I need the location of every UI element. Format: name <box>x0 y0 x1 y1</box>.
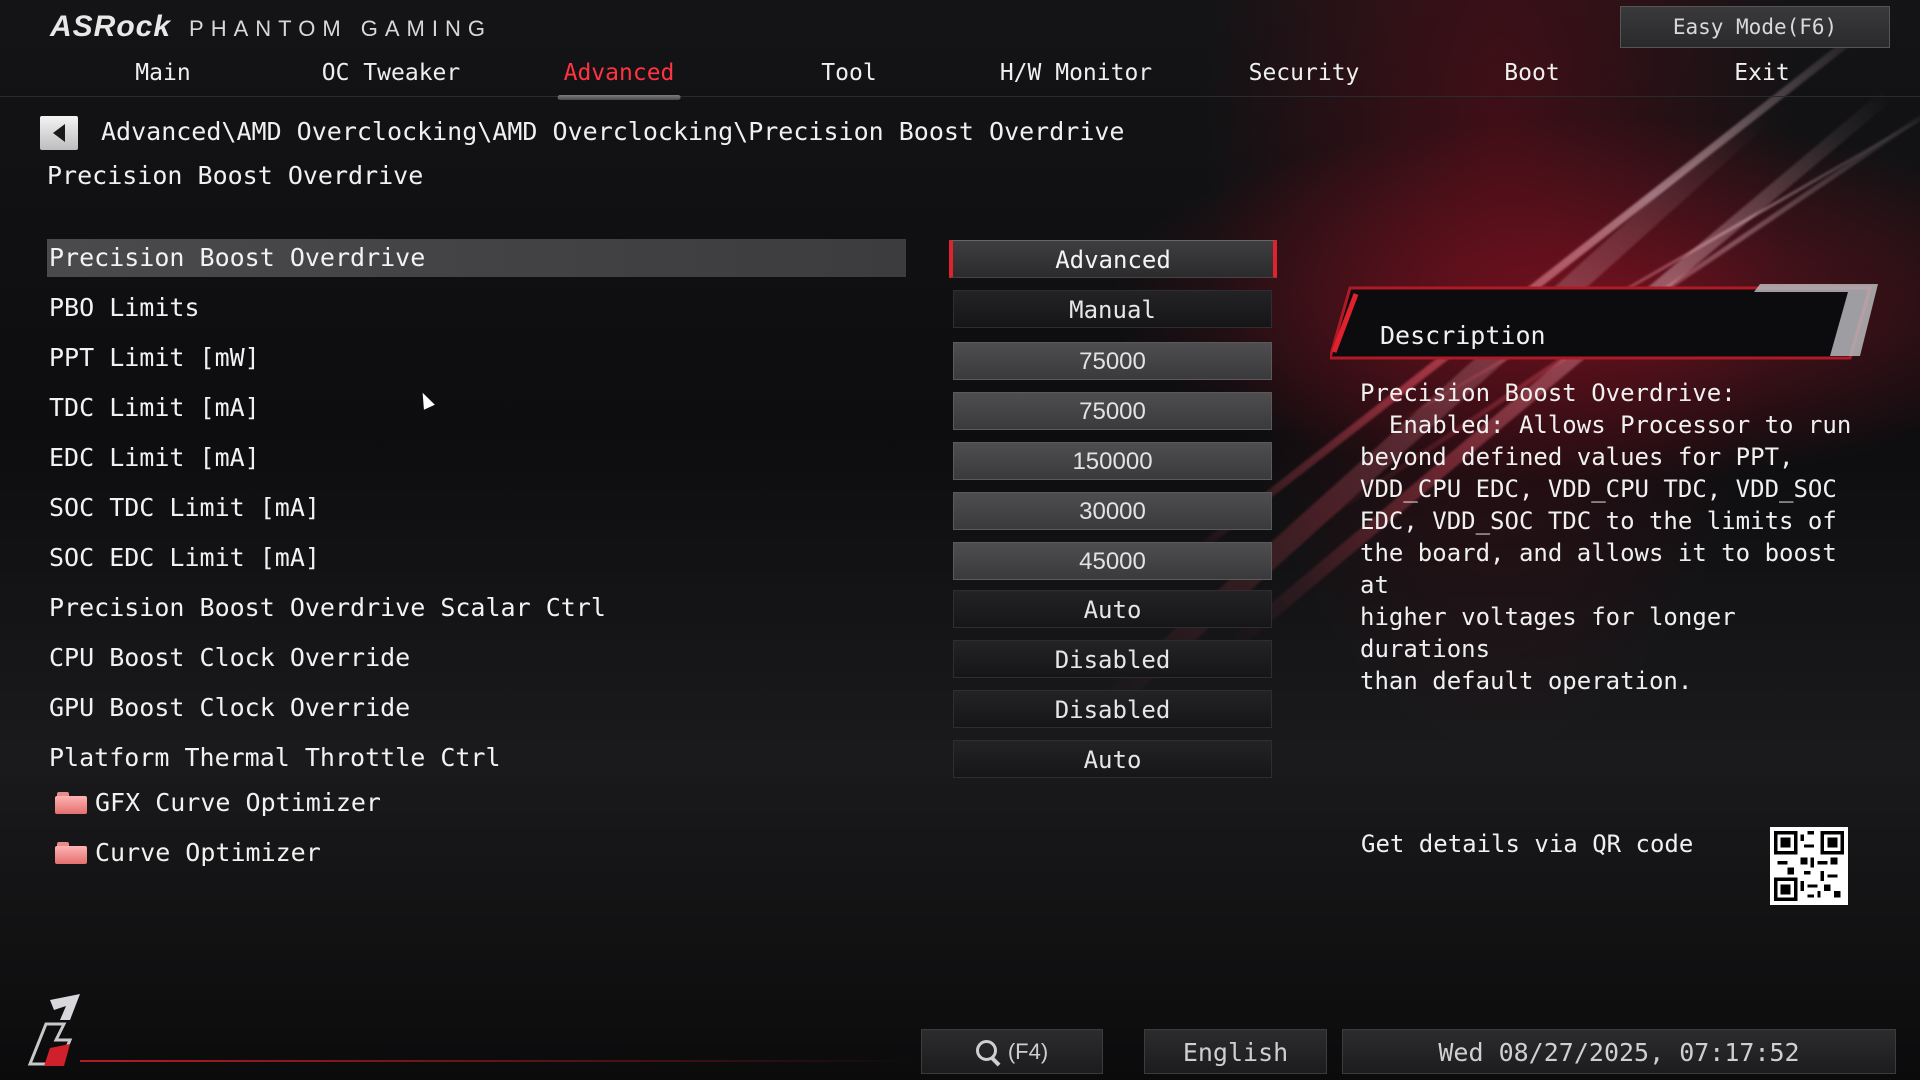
tdc-limit-input[interactable]: 75000 <box>953 392 1272 430</box>
tab-advanced[interactable]: Advanced <box>557 60 681 100</box>
setting-label-soc-edc-limit[interactable]: SOC EDC Limit [mA] <box>49 539 320 577</box>
datetime-display: Wed 08/27/2025, 07:17:52 <box>1342 1029 1896 1074</box>
soc-tdc-limit-input[interactable]: 30000 <box>953 492 1272 530</box>
bottom-accent-line <box>80 1060 920 1062</box>
folder-icon <box>55 792 87 814</box>
setting-label-gpu-boost-clock-override[interactable]: GPU Boost Clock Override <box>49 689 410 727</box>
setting-value-gpu-boost-clock-override[interactable]: Disabled <box>953 690 1272 728</box>
setting-label-cpu-boost-clock-override[interactable]: CPU Boost Clock Override <box>49 639 410 677</box>
brand-subtitle: PHANTOM GAMING <box>189 16 492 41</box>
soc-edc-limit-input[interactable]: 45000 <box>953 542 1272 580</box>
qr-code-icon <box>1770 827 1848 905</box>
back-button[interactable] <box>40 116 78 150</box>
brand-corner-logo-icon <box>27 994 80 1066</box>
setting-label-edc-limit[interactable]: EDC Limit [mA] <box>49 439 260 477</box>
tab-security[interactable]: Security <box>1249 60 1360 94</box>
setting-label-pbo-limits[interactable]: PBO Limits <box>49 289 200 327</box>
tab-hw-monitor[interactable]: H/W Monitor <box>1000 60 1152 94</box>
ppt-limit-input[interactable]: 75000 <box>953 342 1272 380</box>
submenu-curve-optimizer[interactable]: Curve Optimizer <box>55 834 321 872</box>
qr-label: Get details via QR code <box>1361 830 1694 858</box>
folder-icon <box>55 842 87 864</box>
tab-oc-tweaker[interactable]: OC Tweaker <box>322 60 460 94</box>
setting-label-pbo-scalar-ctrl[interactable]: Precision Boost Overdrive Scalar Ctrl <box>49 589 606 627</box>
setting-value-cpu-boost-clock-override[interactable]: Disabled <box>953 640 1272 678</box>
main-nav: Main OC Tweaker Advanced Tool H/W Monito… <box>0 56 1920 100</box>
breadcrumb: Advanced\AMD Overclocking\AMD Overclocki… <box>101 117 1125 146</box>
search-shortcut-label: (F4) <box>1007 1039 1049 1064</box>
submenu-label: GFX Curve Optimizer <box>95 788 381 817</box>
submenu-label: Curve Optimizer <box>95 838 321 867</box>
setting-label-precision-boost-overdrive[interactable]: Precision Boost Overdrive <box>49 239 425 277</box>
page-title: Precision Boost Overdrive <box>47 161 424 190</box>
tab-tool[interactable]: Tool <box>821 60 876 94</box>
setting-value-precision-boost-overdrive[interactable]: Advanced <box>949 240 1277 278</box>
setting-value-pbo-scalar-ctrl[interactable]: Auto <box>953 590 1272 628</box>
setting-label-platform-thermal-throttle-ctrl[interactable]: Platform Thermal Throttle Ctrl <box>49 739 501 777</box>
setting-value-platform-thermal-throttle-ctrl[interactable]: Auto <box>953 740 1272 778</box>
tab-boot[interactable]: Boot <box>1504 60 1559 94</box>
language-button[interactable]: English <box>1144 1029 1327 1074</box>
easy-mode-button[interactable]: Easy Mode(F6) <box>1620 6 1890 48</box>
description-title: Description <box>1380 321 1546 350</box>
description-text: Precision Boost Overdrive: Enabled: Allo… <box>1360 379 1852 695</box>
tab-exit[interactable]: Exit <box>1734 60 1789 94</box>
search-button[interactable]: (F4) <box>921 1029 1103 1074</box>
edc-limit-input[interactable]: 150000 <box>953 442 1272 480</box>
setting-label-soc-tdc-limit[interactable]: SOC TDC Limit [mA] <box>49 489 320 527</box>
setting-value-pbo-limits[interactable]: Manual <box>953 290 1272 328</box>
back-arrow-icon <box>53 124 65 142</box>
submenu-gfx-curve-optimizer[interactable]: GFX Curve Optimizer <box>55 784 381 822</box>
setting-label-tdc-limit[interactable]: TDC Limit [mA] <box>49 389 260 427</box>
setting-label-ppt-limit[interactable]: PPT Limit [mW] <box>49 339 260 377</box>
brand-name: ASRock <box>50 10 172 43</box>
brand-logo: ASRock PHANTOM GAMING <box>50 10 492 44</box>
tab-main[interactable]: Main <box>135 60 190 94</box>
search-icon <box>975 1039 1001 1066</box>
